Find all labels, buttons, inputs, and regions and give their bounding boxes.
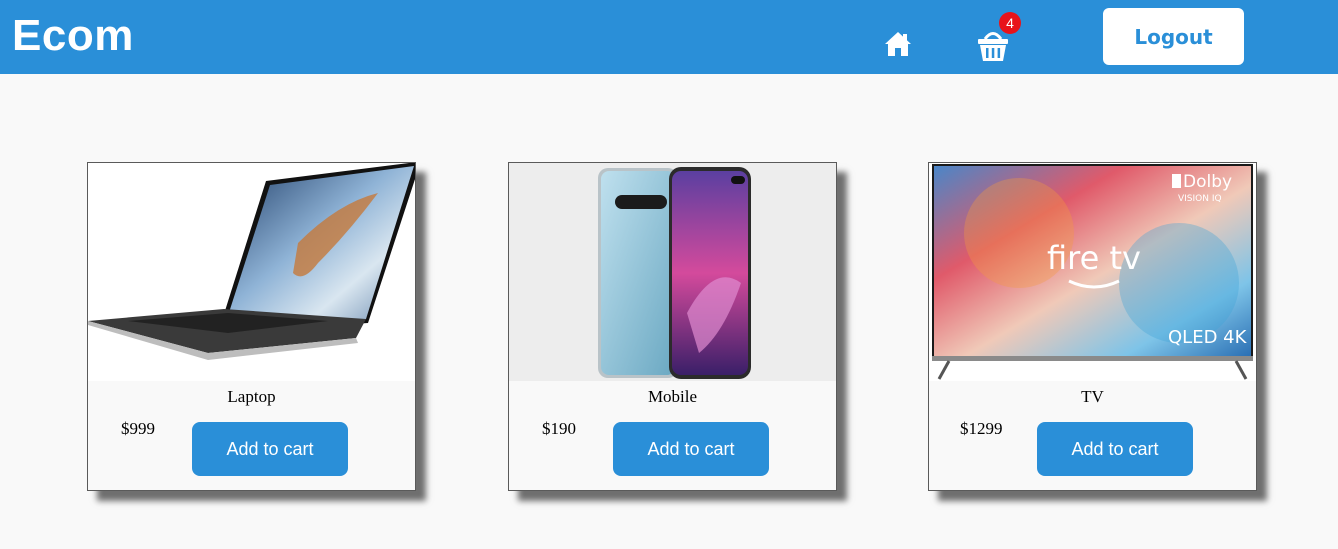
product-price: $190 xyxy=(542,419,576,438)
navbar: Ecom 4 Logout xyxy=(0,0,1338,74)
laptop-image xyxy=(88,163,415,381)
add-to-cart-button[interactable]: Add to cart xyxy=(1037,422,1193,476)
brand-logo[interactable]: Ecom xyxy=(12,8,134,64)
tv-dolby-sub-text: VISION IQ xyxy=(1178,194,1222,204)
add-to-cart-button[interactable]: Add to cart xyxy=(613,422,769,476)
tv-dolby-brand-text: Dolby xyxy=(1183,172,1232,192)
smartphone-image xyxy=(509,163,836,381)
television-image: Dolby VISION IQ fire tv QLED 4K xyxy=(929,163,1256,381)
product-card: Laptop $999 Add to cart xyxy=(87,162,416,491)
product-price: $999 xyxy=(121,419,155,438)
product-name: Mobile xyxy=(647,387,698,406)
cart-count-badge: 4 xyxy=(999,12,1021,34)
home-icon[interactable] xyxy=(884,31,912,57)
tv-firetv-logo-text: fire tv xyxy=(1047,239,1141,277)
product-name: TV xyxy=(1081,387,1104,406)
logout-button[interactable]: Logout xyxy=(1103,8,1244,65)
product-card: Mobile $190 Add to cart xyxy=(508,162,837,491)
add-to-cart-button[interactable]: Add to cart xyxy=(192,422,348,476)
tv-qled-badge-text: QLED 4K xyxy=(1168,327,1248,348)
product-price: $1299 xyxy=(960,419,1003,438)
product-name: Laptop xyxy=(227,387,276,406)
product-card: Dolby VISION IQ fire tv QLED 4K TV $1299… xyxy=(928,162,1257,491)
